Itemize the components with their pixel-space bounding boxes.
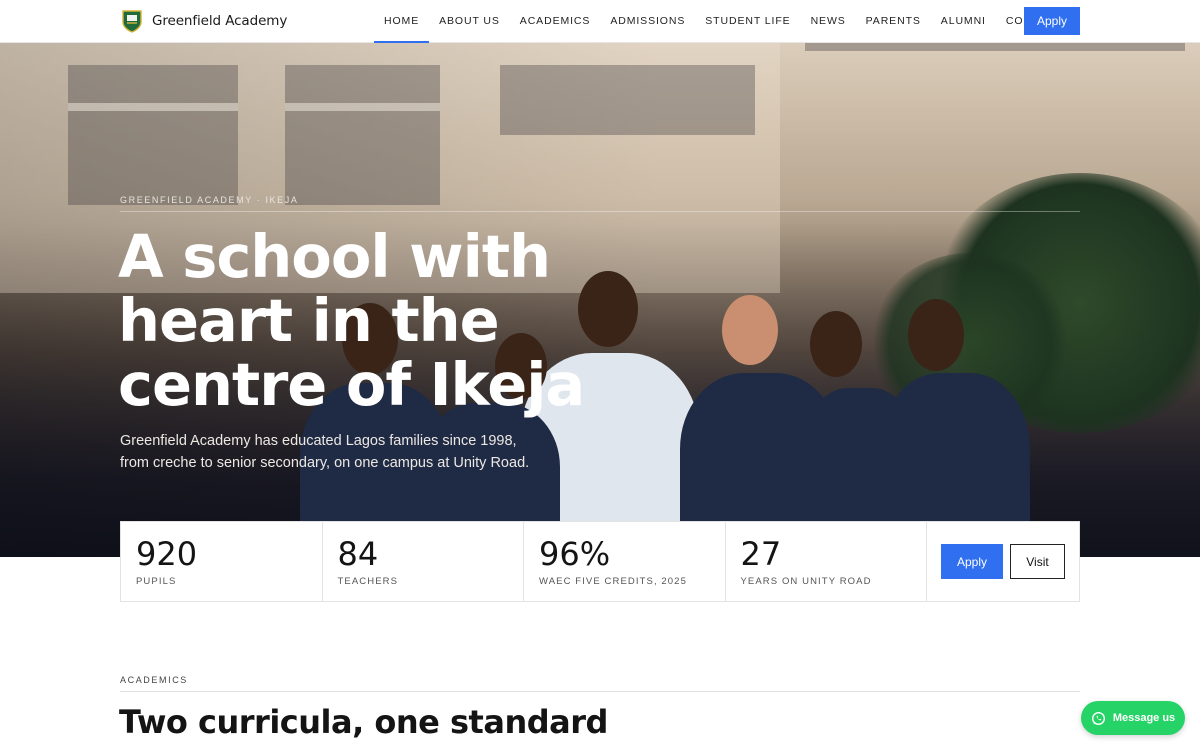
nav-item-parents[interactable]: PARENTS — [856, 0, 931, 42]
academics-eyebrow: ACADEMICS — [120, 675, 188, 685]
stats-actions: Apply Visit — [927, 522, 1079, 601]
header-apply-button[interactable]: Apply — [1024, 7, 1080, 35]
stat-value: 96% — [539, 535, 611, 573]
brand-logo-link[interactable]: Greenfield Academy — [121, 9, 287, 33]
stat-value: 84 — [337, 535, 379, 573]
hero-section: GREENFIELD ACADEMY · IKEJA A school with… — [0, 43, 1200, 557]
hero-title: A school with heart in the centre of Ike… — [118, 222, 585, 419]
academics-divider — [120, 691, 1080, 692]
school-crest-icon — [122, 10, 142, 33]
stat-teachers: 84 TEACHERS — [323, 522, 524, 601]
visit-button[interactable]: Visit — [1010, 544, 1065, 579]
site-header: Greenfield Academy HOME ABOUT US ACADEMI… — [0, 0, 1200, 43]
whatsapp-icon — [1091, 711, 1105, 725]
hero-subtitle: Greenfield Academy has educated Lagos fa… — [120, 433, 530, 471]
stat-years: 27 YEARS ON UNITY ROAD — [726, 522, 927, 601]
hero-eyebrow: GREENFIELD ACADEMY · IKEJA — [120, 195, 299, 205]
stat-label: PUPILS — [136, 576, 177, 587]
nav-item-admissions[interactable]: ADMISSIONS — [600, 0, 695, 42]
academics-title: Two curricula, one standard — [119, 703, 608, 741]
stats-bar: 920 PUPILS 84 TEACHERS 96% WAEC FIVE CRE… — [120, 521, 1080, 602]
nav-item-alumni[interactable]: ALUMNI — [931, 0, 996, 42]
stat-label: WAEC FIVE CREDITS, 2025 — [539, 576, 687, 587]
stat-label: YEARS ON UNITY ROAD — [740, 576, 872, 587]
whatsapp-label: Message us — [1112, 712, 1176, 724]
nav-item-student-life[interactable]: STUDENT LIFE — [695, 0, 800, 42]
nav-item-home[interactable]: HOME — [374, 0, 430, 43]
stat-label: TEACHERS — [337, 576, 399, 587]
stat-waec: 96% WAEC FIVE CREDITS, 2025 — [524, 522, 726, 601]
apply-button[interactable]: Apply — [941, 544, 1003, 579]
nav-item-academics[interactable]: ACADEMICS — [510, 0, 601, 42]
nav-item-news[interactable]: NEWS — [801, 0, 856, 42]
nav-item-about-us[interactable]: ABOUT US — [429, 0, 510, 42]
stat-value: 920 — [136, 535, 198, 573]
main-nav: HOME ABOUT US ACADEMICS ADMISSIONS STUDE… — [374, 0, 1072, 43]
whatsapp-message-button[interactable]: Message us — [1081, 701, 1185, 735]
brand-name: Greenfield Academy — [152, 13, 288, 29]
hero-divider — [120, 211, 1080, 212]
stat-pupils: 920 PUPILS — [121, 522, 323, 601]
stat-value: 27 — [740, 535, 782, 573]
